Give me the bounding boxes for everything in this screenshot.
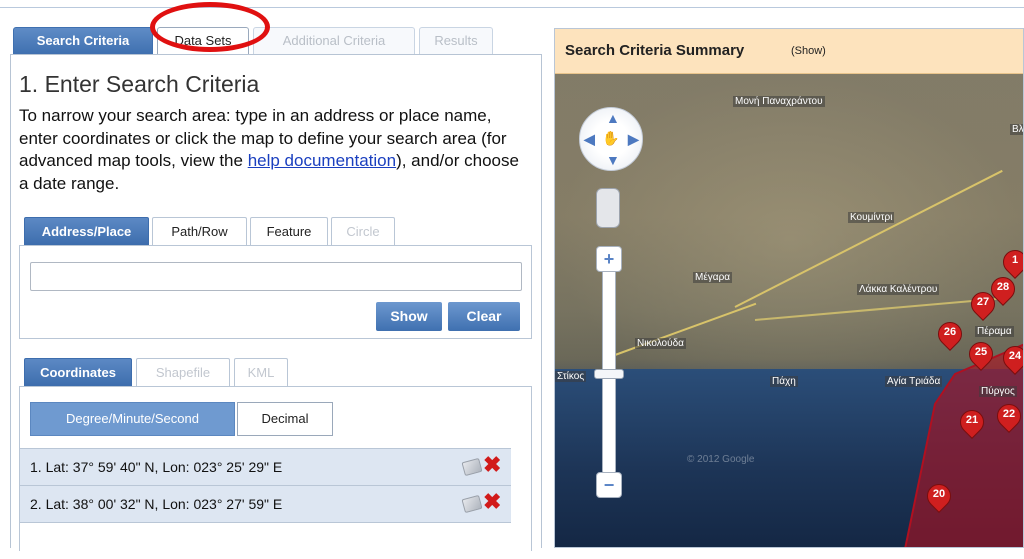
- map-panel: Search Criteria Summary (Show) Μονή Πανα…: [554, 28, 1024, 548]
- pan-right-icon[interactable]: ▶: [628, 131, 639, 148]
- map-label: Πέραμα: [975, 326, 1014, 337]
- map-label: Νικολούδα: [635, 338, 686, 349]
- map-label: Λάκκα Καλέντρου: [857, 284, 940, 295]
- map-label: Στίκος: [555, 371, 587, 382]
- map-marker[interactable]: 1: [998, 245, 1023, 280]
- tab-search-criteria[interactable]: Search Criteria: [13, 27, 153, 54]
- zoom-slider-handle[interactable]: [594, 369, 624, 379]
- page-title: 1. Enter Search Criteria: [19, 71, 260, 97]
- map-label: Αγία Τριάδα: [885, 376, 943, 387]
- delete-icon[interactable]: ✖: [483, 491, 501, 513]
- map-label: Πύργος: [979, 386, 1017, 397]
- coordinate-row: 2. Lat: 38° 00' 32" N, Lon: 023° 27' 59"…: [20, 485, 511, 522]
- delete-icon[interactable]: ✖: [483, 454, 501, 476]
- coordinate-row-empty: [20, 522, 511, 559]
- coordinate-label: 1. Lat: 37° 59' 40" N, Lon: 023° 25' 29"…: [30, 459, 283, 475]
- pan-down-icon[interactable]: ▼: [606, 152, 620, 168]
- map-marker[interactable]: 28: [986, 272, 1020, 307]
- tab-shapefile[interactable]: Shapefile: [136, 358, 230, 386]
- street-view-pegman-icon[interactable]: [596, 188, 620, 228]
- tab-additional-criteria[interactable]: Additional Criteria: [253, 27, 415, 54]
- coordinate-label: 2. Lat: 38° 00' 32" N, Lon: 023° 27' 59"…: [30, 496, 283, 512]
- address-box: Show Clear: [19, 245, 532, 339]
- tab-kml[interactable]: KML: [234, 358, 288, 386]
- tab-coordinates[interactable]: Coordinates: [24, 358, 132, 386]
- show-button[interactable]: Show: [376, 302, 442, 331]
- zoom-out-button[interactable]: −: [596, 472, 622, 498]
- tab-address-place[interactable]: Address/Place: [24, 217, 149, 245]
- coordinate-row: 1. Lat: 37° 59' 40" N, Lon: 023° 25' 29"…: [20, 448, 511, 485]
- help-documentation-link[interactable]: help documentation: [248, 151, 396, 170]
- decimal-toggle-button[interactable]: Decimal: [237, 402, 333, 436]
- pan-up-icon[interactable]: ▲: [606, 110, 620, 126]
- tab-results[interactable]: Results: [419, 27, 493, 54]
- map-copyright: © 2012 Google: [687, 454, 755, 465]
- map-marker[interactable]: 20: [922, 479, 956, 514]
- map-label: Μέγαρα: [693, 272, 733, 283]
- edit-icon[interactable]: [461, 457, 483, 477]
- map-marker[interactable]: 21: [955, 405, 989, 440]
- summary-title: Search Criteria Summary: [565, 42, 745, 59]
- intro-text: To narrow your search area: type in an a…: [19, 105, 529, 195]
- zoom-in-button[interactable]: +: [596, 246, 622, 272]
- map-label: Πάχη: [770, 376, 798, 387]
- summary-show-link[interactable]: (Show): [791, 45, 826, 57]
- tab-feature[interactable]: Feature: [250, 217, 328, 245]
- map-marker[interactable]: 24: [998, 341, 1023, 376]
- address-input[interactable]: [30, 262, 522, 291]
- hand-icon: ✋: [602, 130, 620, 146]
- map-label: Μονή Παναχράντου: [733, 96, 825, 107]
- tab-path-row[interactable]: Path/Row: [152, 217, 247, 245]
- clear-button[interactable]: Clear: [448, 302, 520, 331]
- pan-left-icon[interactable]: ◀: [584, 131, 595, 148]
- coordinates-box: Degree/Minute/Second Decimal 1. Lat: 37°…: [19, 386, 532, 559]
- satellite-map[interactable]: Μονή Παναχράντου Κουμίντρι Μέγαρα Λάκκα …: [555, 74, 1024, 547]
- dms-toggle-button[interactable]: Degree/Minute/Second: [30, 402, 235, 436]
- highlight-circle: [150, 2, 270, 52]
- map-label: Βλ: [1010, 124, 1024, 135]
- pan-control[interactable]: ▲ ▼ ◀ ▶ ✋: [579, 107, 643, 171]
- edit-icon[interactable]: [461, 494, 483, 514]
- map-label: Κουμίντρι: [848, 212, 895, 223]
- top-divider: [0, 7, 1024, 8]
- search-panel: Search Criteria Data Sets Additional Cri…: [10, 25, 542, 559]
- summary-header: Search Criteria Summary (Show): [555, 29, 1023, 74]
- map-marker[interactable]: 25: [964, 337, 998, 372]
- tab-circle[interactable]: Circle: [331, 217, 395, 245]
- map-marker[interactable]: 22: [992, 399, 1023, 434]
- map-marker[interactable]: 26: [933, 317, 967, 352]
